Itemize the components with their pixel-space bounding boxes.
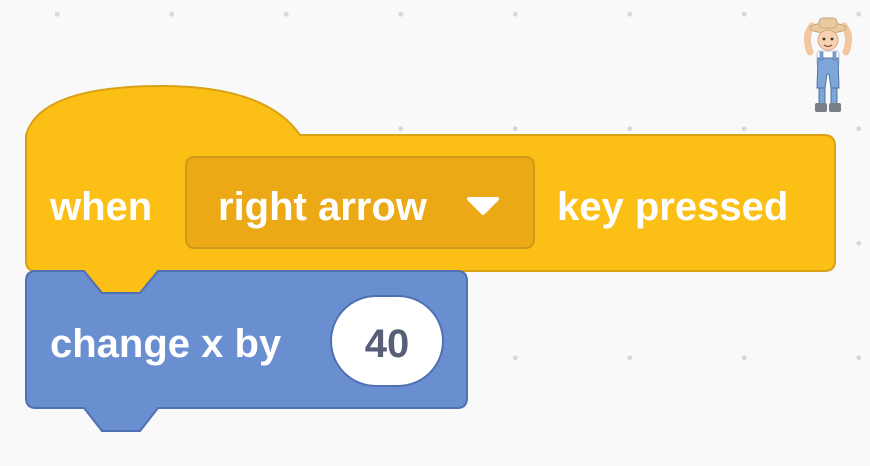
change-x-by-label: change x by <box>50 322 282 366</box>
change-x-by-block[interactable]: change x by 40 <box>25 270 468 432</box>
when-key-pressed-block[interactable]: when right arrow key pressed <box>25 84 836 294</box>
key-pressed-label: key pressed <box>557 185 788 229</box>
key-dropdown[interactable]: right arrow <box>185 156 535 249</box>
code-workspace[interactable]: when right arrow key pressed change x by… <box>0 0 870 466</box>
when-label: when <box>49 185 152 229</box>
farmer-sprite-icon <box>803 17 853 112</box>
script-stack: when right arrow key pressed change x by… <box>25 84 836 432</box>
x-amount-value[interactable]: 40 <box>365 322 410 366</box>
x-amount-input[interactable]: 40 <box>330 295 444 387</box>
key-dropdown-value[interactable]: right arrow <box>218 185 428 229</box>
